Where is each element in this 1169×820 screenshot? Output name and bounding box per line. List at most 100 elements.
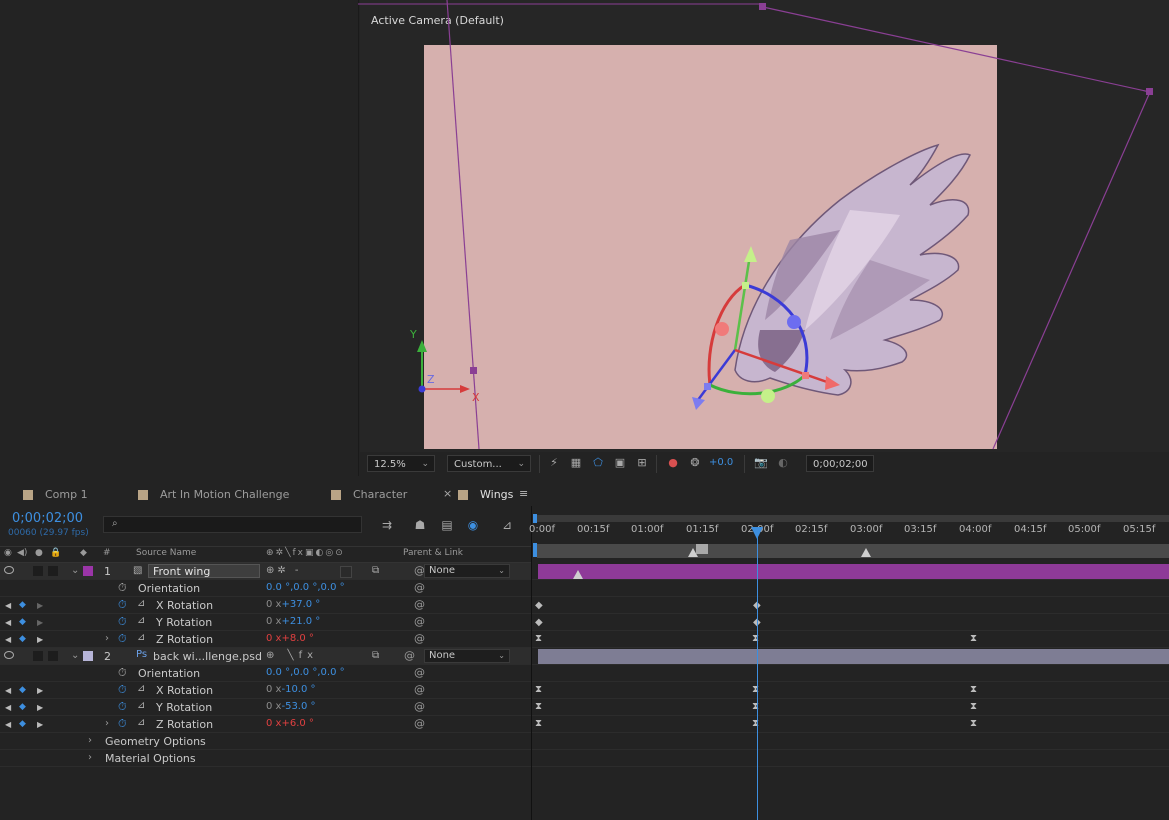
graph-editor-icon[interactable]: ⊿ (499, 517, 515, 533)
property-row-orientation[interactable]: ⏱ Orientation 0.0 °,0.0 °,0.0 ° @ (0, 665, 531, 682)
property-row-z-rotation[interactable]: ◀ ◆ ▶ › ⏱ ⊿ Z Rotation 0 x+8.0 ° @ (0, 631, 531, 648)
pick-whip-icon[interactable]: @ (414, 581, 425, 594)
prev-keyframe-icon[interactable]: ◀ (5, 720, 11, 729)
keyframe-easy-ease[interactable]: ⧗ (970, 633, 977, 644)
graph-icon[interactable]: ⊿ (137, 683, 145, 694)
property-value[interactable]: -10.0 ° (281, 684, 315, 695)
graph-icon[interactable]: ⊿ (137, 717, 145, 728)
visibility-eye-icon[interactable] (4, 651, 14, 659)
layer-row-front-wing[interactable]: ⌄ 1 ▧ Front wing ⊕✲ - ⧉ @ None ⌄ (0, 563, 531, 580)
tab-character[interactable]: Character (331, 487, 431, 503)
revolutions-value[interactable]: 0 x (266, 684, 281, 695)
keyframe-easy-ease[interactable]: ⧗ (970, 701, 977, 712)
grid-guides-icon[interactable]: ⊞ (635, 456, 649, 470)
property-row-orientation[interactable]: ⏱ Orientation 0.0 °,0.0 °,0.0 ° @ (0, 580, 531, 597)
stopwatch-icon[interactable]: ⏱ (118, 598, 127, 612)
tab-wings[interactable]: Wings (458, 487, 528, 503)
keyframe-easy-ease[interactable]: ⧗ (970, 684, 977, 695)
chevron-down-icon[interactable]: ⌄ (71, 650, 79, 661)
group-row-geometry-options[interactable]: › Geometry Options (0, 733, 531, 750)
add-keyframe-icon[interactable]: ◆ (19, 702, 26, 712)
time-navigator[interactable] (533, 515, 1169, 522)
solo-toggle[interactable] (33, 651, 43, 661)
property-row-y-rotation[interactable]: ◀ ◆ ▶ ⏱ ⊿ Y Rotation 0 x-53.0 ° @ (0, 699, 531, 716)
prev-keyframe-icon[interactable]: ◀ (5, 601, 11, 610)
source-name-header[interactable]: Source Name (136, 548, 196, 558)
show-snapshot-icon[interactable]: ◐ (776, 456, 790, 470)
property-value[interactable]: +6.0 ° (281, 718, 313, 729)
3d-layer-icon[interactable]: ⧉ (372, 650, 379, 661)
visibility-eye-icon[interactable] (4, 566, 14, 574)
prev-keyframe-icon[interactable]: ◀ (5, 686, 11, 695)
add-keyframe-icon[interactable]: ◆ (19, 719, 26, 729)
add-keyframe-icon[interactable]: ◆ (19, 600, 26, 610)
next-keyframe-icon[interactable]: ▶ (37, 686, 43, 695)
chevron-right-icon[interactable]: › (105, 633, 109, 644)
stopwatch-icon[interactable]: ⏱ (118, 717, 127, 731)
color-management-icon[interactable]: ❂ (688, 456, 702, 470)
parent-select[interactable]: None ⌄ (424, 564, 510, 578)
graph-icon[interactable]: ⊿ (137, 632, 145, 643)
add-keyframe-icon[interactable]: ◆ (19, 617, 26, 627)
stopwatch-icon[interactable]: ⏱ (118, 581, 127, 595)
revolutions-value[interactable]: 0 x (266, 599, 281, 610)
property-value[interactable]: 0.0 °,0.0 °,0.0 ° (266, 667, 345, 678)
keyframe-easy-ease[interactable]: ⧗ (535, 701, 542, 712)
prev-keyframe-icon[interactable]: ◀ (5, 618, 11, 627)
keyframe-diamond[interactable]: ◆ (535, 600, 543, 611)
pick-whip-icon[interactable]: @ (414, 683, 425, 696)
layer-duration-bar[interactable] (538, 564, 1169, 579)
keyframe-easy-ease[interactable]: ⧗ (535, 633, 542, 644)
next-keyframe-icon[interactable]: ▶ (37, 720, 43, 729)
layer-switches[interactable]: ⊕✲ - (266, 565, 302, 576)
next-keyframe-icon[interactable]: ▶ (37, 635, 43, 644)
property-row-y-rotation[interactable]: ◀ ◆ ▶ ⏱ ⊿ Y Rotation 0 x+21.0 ° @ (0, 614, 531, 631)
chevron-right-icon[interactable]: › (105, 718, 109, 729)
motion-blur-icon[interactable]: ◉ (465, 517, 481, 533)
frame-blending-icon[interactable]: ▤ (439, 517, 455, 533)
fast-preview-icon[interactable]: ⚡ (547, 456, 561, 470)
parent-select[interactable]: None ⌄ (424, 649, 510, 663)
next-keyframe-icon[interactable]: ▶ (37, 618, 43, 627)
close-tab-icon[interactable]: × (443, 487, 452, 500)
comp-flowchart-icon[interactable]: ⇉ (379, 517, 395, 533)
layer-name[interactable]: back wi...llenge.psd (153, 650, 262, 663)
property-row-x-rotation[interactable]: ◀ ◆ ▶ ⏱ ⊿ X Rotation 0 x+37.0 ° @ (0, 597, 531, 614)
mask-visibility-icon[interactable]: ⬠ (591, 456, 605, 470)
keyframe-easy-ease[interactable]: ⧗ (970, 718, 977, 729)
property-value[interactable]: 0.0 °,0.0 °,0.0 ° (266, 582, 345, 593)
composition-frame[interactable] (424, 45, 997, 449)
property-row-z-rotation[interactable]: ◀ ◆ ▶ › ⏱ ⊿ Z Rotation 0 x+6.0 ° @ (0, 716, 531, 733)
layer-color-label[interactable] (83, 651, 93, 661)
next-keyframe-icon[interactable]: ▶ (37, 601, 43, 610)
next-keyframe-icon[interactable]: ▶ (37, 703, 43, 712)
switch-box[interactable] (340, 566, 352, 578)
panel-menu-icon[interactable]: ≡ (519, 487, 528, 500)
layer-name[interactable]: Front wing (148, 564, 260, 578)
shy-layers-icon[interactable]: ☗ (412, 517, 428, 533)
tab-comp-1[interactable]: Comp 1 (23, 487, 123, 503)
keyframe-easy-ease[interactable]: ⧗ (535, 684, 542, 695)
pick-whip-icon[interactable]: @ (414, 632, 425, 645)
3d-layer-icon[interactable]: ⧉ (372, 565, 379, 576)
pick-whip-icon[interactable]: @ (414, 598, 425, 611)
revolutions-value[interactable]: 0 x (266, 616, 281, 627)
layer-row-back-wing[interactable]: ⌄ 2 Ps back wi...llenge.psd ⊕ ╲fx ⧉ @ No… (0, 648, 531, 665)
marker-flag-icon[interactable] (696, 544, 708, 554)
layer-duration-bar[interactable] (538, 649, 1169, 664)
pick-whip-icon[interactable]: @ (414, 700, 425, 713)
region-of-interest-icon[interactable]: ▣ (613, 456, 627, 470)
property-value[interactable]: +21.0 ° (281, 616, 320, 627)
solo-toggle[interactable] (33, 566, 43, 576)
property-value[interactable]: -53.0 ° (281, 701, 315, 712)
prev-keyframe-icon[interactable]: ◀ (5, 703, 11, 712)
graph-icon[interactable]: ⊿ (137, 615, 145, 626)
pick-whip-icon[interactable]: @ (414, 615, 425, 628)
add-keyframe-icon[interactable]: ◆ (19, 685, 26, 695)
stopwatch-icon[interactable]: ⏱ (118, 632, 127, 646)
keyframe-easy-ease[interactable]: ⧗ (535, 718, 542, 729)
resolution-select[interactable]: Custom... ⌄ (447, 455, 531, 472)
current-time-display[interactable]: 0;00;02;00 (12, 511, 83, 526)
navigator-start-handle[interactable] (533, 514, 537, 523)
stopwatch-icon[interactable]: ⏱ (118, 615, 127, 629)
